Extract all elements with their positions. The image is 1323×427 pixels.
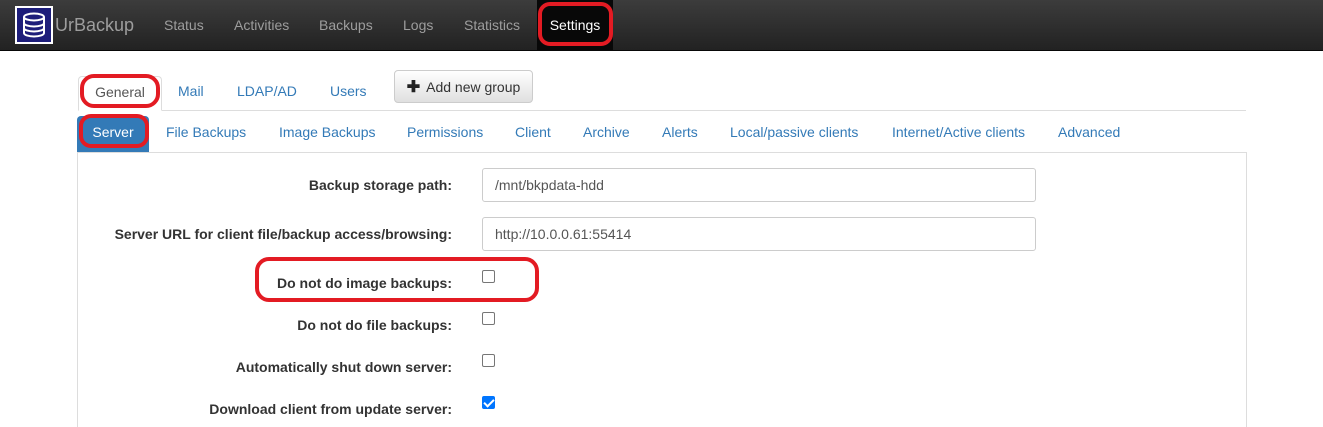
plus-icon: ✚ <box>406 78 421 96</box>
group-tabs-divider <box>78 110 1246 111</box>
highlight-settings <box>538 2 613 46</box>
nav-logs[interactable]: Logs <box>403 0 433 50</box>
subtab-alerts[interactable]: Alerts <box>662 116 698 152</box>
subtab-internet-active-clients[interactable]: Internet/Active clients <box>892 116 1025 152</box>
highlight-no-image-backups <box>255 257 539 302</box>
tab-mail[interactable]: Mail <box>178 76 204 110</box>
subtab-local-passive-clients[interactable]: Local/passive clients <box>730 116 858 152</box>
subtab-permissions[interactable]: Permissions <box>407 116 483 152</box>
tab-users[interactable]: Users <box>330 76 367 110</box>
nav-backups[interactable]: Backups <box>319 0 373 50</box>
add-new-group-label: Add new group <box>426 78 521 95</box>
subtab-advanced[interactable]: Advanced <box>1058 116 1120 152</box>
tab-ldap-ad[interactable]: LDAP/AD <box>237 76 297 110</box>
no-file-backups-label: Do not do file backups: <box>297 317 452 333</box>
database-logo-icon <box>15 6 53 44</box>
subtab-archive[interactable]: Archive <box>583 116 630 152</box>
highlight-general <box>80 74 160 108</box>
brand[interactable]: UrBackup <box>15 6 134 44</box>
highlight-server <box>79 114 149 148</box>
backup-storage-path-label: Backup storage path: <box>308 177 452 193</box>
backup-storage-path-input[interactable] <box>482 168 1036 202</box>
download-client-update-checkbox[interactable] <box>482 396 495 409</box>
no-file-backups-checkbox[interactable] <box>482 312 495 325</box>
server-url-input[interactable] <box>482 217 1036 251</box>
subtab-image-backups[interactable]: Image Backups <box>279 116 376 152</box>
download-client-update-label: Download client from update server: <box>209 401 452 417</box>
nav-activities[interactable]: Activities <box>234 0 289 50</box>
auto-shutdown-label: Automatically shut down server: <box>235 359 452 375</box>
nav-statistics[interactable]: Statistics <box>464 0 520 50</box>
top-navbar: UrBackup Status Activities Backups Logs … <box>0 0 1323 51</box>
add-new-group-button[interactable]: ✚ Add new group <box>394 70 533 103</box>
server-url-label: Server URL for client file/backup access… <box>114 226 452 242</box>
subtab-file-backups[interactable]: File Backups <box>166 116 246 152</box>
brand-name: UrBackup <box>55 14 135 35</box>
subtab-client[interactable]: Client <box>515 116 551 152</box>
nav-status[interactable]: Status <box>164 0 204 50</box>
auto-shutdown-checkbox[interactable] <box>482 354 495 367</box>
